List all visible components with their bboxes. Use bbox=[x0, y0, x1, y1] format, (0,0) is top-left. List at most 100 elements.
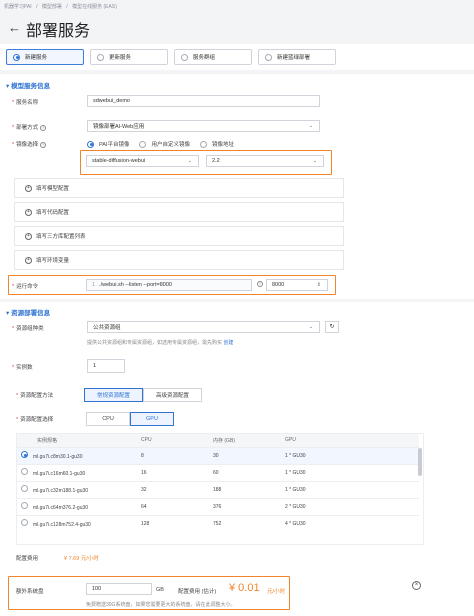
command-editor[interactable]: 1 ./webui.sh --listen --port=8000 bbox=[86, 279, 252, 291]
help-icon[interactable]: ? bbox=[257, 281, 263, 288]
instances-label: * 实例数 bbox=[12, 365, 33, 371]
radio-icon bbox=[13, 53, 20, 61]
radio-icon bbox=[265, 53, 272, 61]
spec-cell: ml.gu7i.c16m60.1-gu30 bbox=[33, 471, 86, 477]
table-cell: 128 bbox=[137, 514, 209, 532]
radio-icon[interactable] bbox=[21, 468, 28, 475]
disk-unit: GB bbox=[156, 587, 164, 593]
tab-standard-config[interactable]: 常规资源配置 bbox=[84, 388, 143, 402]
caret-down-icon: ▾ bbox=[6, 310, 10, 317]
mode-option-group[interactable]: 服务群组 bbox=[174, 49, 252, 65]
table-cell: ml.gu7i.c16m60.1-gu30 bbox=[17, 463, 137, 481]
deploy-method-select[interactable]: 镜像部署AI-Web应用 ⌄ bbox=[87, 120, 320, 132]
table-cell: 8 bbox=[137, 446, 209, 464]
chevron-down-icon: ⌄ bbox=[308, 123, 313, 129]
create-link[interactable]: 创建 bbox=[223, 340, 233, 346]
mode-option-label: 更新服务 bbox=[109, 55, 132, 61]
mode-option-label: 服务群组 bbox=[193, 55, 216, 61]
resource-section-title[interactable]: ▾ 资源部署信息 bbox=[6, 307, 50, 317]
breadcrumb-sep: / bbox=[36, 4, 38, 10]
table-cell: 1 * GU30 bbox=[281, 480, 419, 498]
table-cell: 376 bbox=[209, 497, 281, 515]
table-cell: 4 * GU30 bbox=[281, 514, 419, 532]
resource-section: ▾ 资源部署信息 * 资源组种类 公共资源组 ⌄ ↻ 提供公共资源组和专属资源组，如… bbox=[0, 302, 474, 616]
disk-size-input[interactable]: 100 bbox=[86, 583, 152, 595]
table-header: CPU bbox=[137, 434, 209, 447]
breadcrumb-sep: / bbox=[66, 4, 68, 10]
radio-image-url[interactable]: 镜像地址 bbox=[199, 140, 234, 148]
table-cell: 32 bbox=[137, 480, 209, 498]
radio-icon[interactable] bbox=[21, 502, 28, 509]
table-cell: ml.gu7i.c8m30.1-gu30 bbox=[17, 446, 137, 464]
spec-cell: ml.gu7i.c128m752.4-gu30 bbox=[33, 522, 91, 529]
config-select-label: * 资源配置选择 bbox=[16, 417, 54, 423]
mode-option-update[interactable]: 更新服务 bbox=[90, 49, 168, 65]
port-input[interactable]: 8000 ⇕ bbox=[266, 279, 328, 291]
radio-icon[interactable] bbox=[21, 451, 28, 458]
expander-code-config[interactable]: + 填写代码配置 bbox=[14, 202, 344, 222]
expander-env-vars[interactable]: + 填写环境变量 bbox=[14, 250, 344, 270]
chevron-down-icon: ⌄ bbox=[312, 158, 317, 164]
table-cell: ml.gu7i.c32m188.1-gu30 bbox=[17, 480, 137, 498]
table-row[interactable]: ml.gu7i.c8m30.1-gu30 8 30 1 * GU30 bbox=[17, 446, 419, 464]
breadcrumb-item[interactable]: 模型部署 bbox=[42, 4, 62, 10]
disk-cost-label: 配置费用 (估计) bbox=[178, 589, 217, 595]
back-arrow-icon[interactable]: ← bbox=[8, 20, 21, 35]
tab-gpu[interactable]: GPU bbox=[130, 412, 174, 426]
table-row[interactable]: ml.gu7i.c64m376.2-gu30 64 376 2 * GU30 bbox=[17, 497, 419, 515]
table-cell: 64 bbox=[137, 497, 209, 515]
mode-option-label: 新建蓝绿部署 bbox=[277, 55, 311, 61]
breadcrumb-item[interactable]: 机器学习PAI bbox=[4, 4, 32, 10]
command-label: * 运行命令 bbox=[12, 284, 39, 290]
help-icon[interactable]: ? bbox=[40, 124, 47, 131]
stepper-icon: ⇕ bbox=[316, 282, 321, 288]
help-icon[interactable]: ? bbox=[40, 141, 47, 148]
table-row[interactable]: ml.gu7i.c16m60.1-gu30 16 60 1 * GU30 bbox=[17, 463, 419, 481]
image-version-select[interactable]: 2.2 ⌄ bbox=[206, 155, 324, 167]
breadcrumb-item: 模型在线服务 (EAS) bbox=[72, 4, 117, 10]
chevron-down-icon: ⌄ bbox=[308, 324, 313, 330]
tab-advanced-config[interactable]: 高级资源配置 bbox=[143, 388, 202, 402]
table-cell: 30 bbox=[209, 446, 281, 464]
spec-cell: ml.gu7i.c64m376.2-gu30 bbox=[33, 505, 89, 511]
spec-cell: ml.gu7i.c8m30.1-gu30 bbox=[33, 454, 83, 460]
table-scrollbar[interactable] bbox=[418, 448, 422, 476]
image-label: * 镜像选择? bbox=[12, 141, 47, 148]
radio-pai-image[interactable]: PAI平台镜像 bbox=[87, 140, 129, 148]
disk-cost-unit: 元/小时 bbox=[267, 589, 286, 595]
chevron-down-icon: ⌄ bbox=[187, 158, 192, 164]
model-section-title[interactable]: ▾ 模型服务信息 bbox=[6, 80, 50, 90]
radio-icon[interactable] bbox=[21, 485, 28, 492]
breadcrumb: 机器学习PAI / 模型部署 / 模型在线服务 (EAS) bbox=[4, 3, 120, 10]
table-cell: ml.gu7i.c64m376.2-gu30 bbox=[17, 497, 137, 515]
image-source-radios: PAI平台镜像 用户自定义镜像 镜像地址 bbox=[87, 140, 234, 148]
deploy-method-label: * 部署方式? bbox=[12, 124, 47, 131]
plus-icon: + bbox=[25, 256, 32, 264]
service-name-label: * 服务名称 bbox=[12, 100, 39, 106]
group-type-select[interactable]: 公共资源组 ⌄ bbox=[87, 321, 320, 333]
table-cell: 60 bbox=[209, 463, 281, 481]
table-row[interactable]: ml.gu7i.c128m752.4-gu30 128 752 4 * GU30 bbox=[17, 514, 419, 532]
section-title-text: 资源部署信息 bbox=[11, 310, 51, 317]
radio-icon bbox=[139, 140, 147, 148]
caret-down-icon: ▾ bbox=[6, 83, 10, 90]
tab-cpu[interactable]: CPU bbox=[86, 412, 130, 426]
instances-input[interactable]: 1 bbox=[87, 359, 125, 373]
expander-libraries[interactable]: + 填写三方库配置列表 bbox=[14, 226, 344, 246]
mode-option-label: 新建服务 bbox=[25, 55, 48, 61]
table-row[interactable]: ml.gu7i.c32m188.1-gu30 32 188 1 * GU30 bbox=[17, 480, 419, 498]
disk-cost-value: ¥ 0.01 bbox=[229, 582, 260, 594]
plus-icon: + bbox=[25, 208, 32, 216]
expander-model-config[interactable]: + 填写模型配置 bbox=[14, 178, 344, 198]
mode-option-new[interactable]: 新建服务 bbox=[6, 49, 84, 65]
image-name-value: stable-diffusion-webui bbox=[92, 158, 146, 164]
service-name-input[interactable]: sdwebui_demo bbox=[87, 95, 320, 107]
close-icon[interactable]: × bbox=[412, 581, 421, 590]
refresh-icon[interactable]: ↻ bbox=[325, 321, 339, 333]
radio-custom-image[interactable]: 用户自定义镜像 bbox=[139, 140, 190, 148]
image-name-select[interactable]: stable-diffusion-webui ⌄ bbox=[86, 155, 199, 167]
mode-option-bluegreen[interactable]: 新建蓝绿部署 bbox=[258, 49, 336, 65]
model-section: ▾ 模型服务信息 * 服务名称 sdwebui_demo * 部署方式? 镜像部署A… bbox=[0, 74, 474, 299]
radio-icon[interactable] bbox=[21, 519, 28, 527]
table-cell: 752 bbox=[209, 514, 281, 532]
